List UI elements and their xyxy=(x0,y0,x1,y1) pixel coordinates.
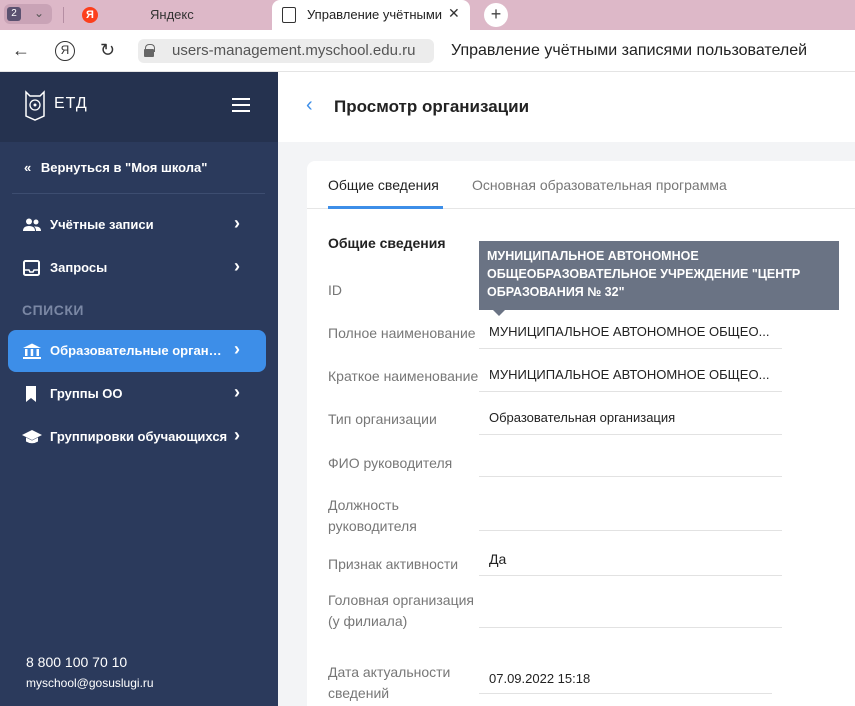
page-title-in-bar: Управление учётными записями пользовател… xyxy=(451,42,808,59)
field-value-full-name[interactable]: МУНИЦИПАЛЬНОЕ АВТОНОМНОЕ ОБЩЕО... xyxy=(479,321,782,349)
close-tab-icon[interactable]: ✕ xyxy=(448,5,460,22)
site-favicon-icon xyxy=(282,7,296,23)
inbox-icon xyxy=(23,260,40,276)
browser-tab-strip: 2 ⌄ Я Яндекс Управление учётными ✕ + xyxy=(0,0,855,30)
back-to-school-link[interactable]: « Вернуться в "Моя школа" xyxy=(24,160,207,175)
section-title: Общие сведения xyxy=(328,235,446,251)
hamburger-menu-icon[interactable] xyxy=(232,98,250,112)
sidebar-item-label: Группировки обучающихся xyxy=(50,429,228,444)
sidebar-item-label: Учётные записи xyxy=(50,217,154,232)
chevron-right-icon: › xyxy=(234,339,240,359)
double-chevron-left-icon: « xyxy=(24,160,32,175)
field-value-short-name[interactable]: МУНИЦИПАЛЬНОЕ АВТОНОМНОЕ ОБЩЕО... xyxy=(479,364,782,392)
bookmark-icon xyxy=(26,386,36,402)
support-email[interactable]: myschool@gosuslugi.ru xyxy=(26,676,154,690)
sidebar-item-accounts[interactable]: Учётные записи › xyxy=(8,204,266,246)
active-tab-indicator xyxy=(328,206,443,209)
yandex-button-icon[interactable]: Я xyxy=(55,41,75,61)
users-icon xyxy=(23,218,41,231)
tab-count: 2 xyxy=(7,7,21,21)
field-value-active: Да xyxy=(479,548,782,576)
chevron-right-icon: › xyxy=(234,213,240,233)
sidebar: ЕТД « Вернуться в "Моя школа" Учётные за… xyxy=(0,72,278,706)
url-field[interactable]: users-management.myschool.edu.ru xyxy=(138,39,434,63)
page-title: Просмотр организации xyxy=(334,97,530,116)
field-value-head-name xyxy=(479,447,782,477)
reload-icon[interactable]: ↻ xyxy=(100,40,115,61)
label-line: Головная организация xyxy=(328,592,474,608)
institution-icon xyxy=(23,343,41,359)
sidebar-item-organizations[interactable]: Образовательные организации › xyxy=(8,330,266,372)
label-line: сведений xyxy=(328,685,390,701)
main-header: ‹ Просмотр организации xyxy=(278,72,855,142)
full-name-tooltip: МУНИЦИПАЛЬНОЕ АВТОНОМНОЕ ОБЩЕОБРАЗОВАТЕЛ… xyxy=(479,241,839,310)
chevron-right-icon: › xyxy=(234,425,240,445)
tab-education-program[interactable]: Основная образовательная программа xyxy=(472,177,727,193)
label-line: руководителя xyxy=(328,518,417,534)
back-arrow-icon[interactable]: ← xyxy=(12,40,30,61)
field-value-actuality-date: 07.09.2022 15:18 xyxy=(479,671,772,694)
chevron-right-icon: › xyxy=(234,256,240,276)
sidebar-item-requests[interactable]: Запросы › xyxy=(8,247,266,289)
chevron-right-icon: › xyxy=(234,382,240,402)
graduation-cap-icon xyxy=(22,430,42,444)
sidebar-item-label: Запросы xyxy=(50,260,108,275)
label-line: (у филиала) xyxy=(328,613,408,629)
url-text: users-management.myschool.edu.ru xyxy=(172,42,416,59)
support-phone: 8 800 100 70 10 xyxy=(26,654,128,670)
sidebar-item-label: Образовательные организации xyxy=(50,343,226,358)
tab-bar: Общие сведения Основная образовательная … xyxy=(307,161,855,209)
sidebar-divider xyxy=(12,193,265,194)
tab-divider xyxy=(63,7,64,23)
browser-tab-label: Яндекс xyxy=(150,7,194,22)
tooltip-tail xyxy=(493,310,505,316)
sidebar-item-student-groupings[interactable]: Группировки обучающихся › xyxy=(8,416,266,458)
owl-logo-icon xyxy=(25,90,45,121)
field-label-active: Признак активности xyxy=(328,556,459,572)
field-value-head-org xyxy=(479,597,782,628)
field-label-head-name: ФИО руководителя xyxy=(328,455,453,471)
browser-tab-yandex[interactable]: Я Яндекс xyxy=(70,0,270,30)
back-chevron-icon[interactable]: ‹ xyxy=(306,94,313,117)
field-label-actuality-date: Дата актуальности сведений xyxy=(328,662,450,704)
lock-icon xyxy=(144,44,155,57)
sidebar-header: ЕТД xyxy=(0,72,278,142)
tab-general-info[interactable]: Общие сведения xyxy=(328,177,439,193)
field-value-head-position xyxy=(479,499,782,531)
tab-counter-button[interactable]: 2 ⌄ xyxy=(4,4,52,24)
address-bar: ← Я ↻ users-management.myschool.edu.ru У… xyxy=(0,30,855,72)
browser-tab-active[interactable]: Управление учётными ✕ xyxy=(272,0,470,30)
field-label-short-name: Краткое наименование xyxy=(328,368,479,384)
label-line: Дата актуальности xyxy=(328,664,451,680)
sidebar-item-org-groups[interactable]: Группы ОО › xyxy=(8,373,266,415)
main-content: ‹ Просмотр организации Общие сведения Ос… xyxy=(278,72,855,706)
sidebar-section-label: СПИСКИ xyxy=(22,302,84,318)
back-link-label: Вернуться в "Моя школа" xyxy=(40,160,208,175)
field-label-head-position: Должность руководителя xyxy=(328,495,417,537)
browser-tab-label: Управление учётными xyxy=(307,7,442,22)
label-line: Должность xyxy=(328,497,399,513)
field-label-head-org: Головная организация (у филиала) xyxy=(328,590,474,632)
logo-text: ЕТД xyxy=(54,95,88,112)
field-label-id: ID xyxy=(328,282,342,298)
field-value-org-type: Образовательная организация xyxy=(479,407,782,435)
chevron-down-icon: ⌄ xyxy=(34,6,45,20)
field-label-org-type: Тип организации xyxy=(328,411,437,427)
yandex-icon: Я xyxy=(82,7,98,23)
new-tab-button[interactable]: + xyxy=(484,3,508,27)
organization-card: Общие сведения Основная образовательная … xyxy=(307,161,855,706)
field-label-full-name: Полное наименование xyxy=(328,325,476,341)
sidebar-item-label: Группы ОО xyxy=(50,386,123,401)
